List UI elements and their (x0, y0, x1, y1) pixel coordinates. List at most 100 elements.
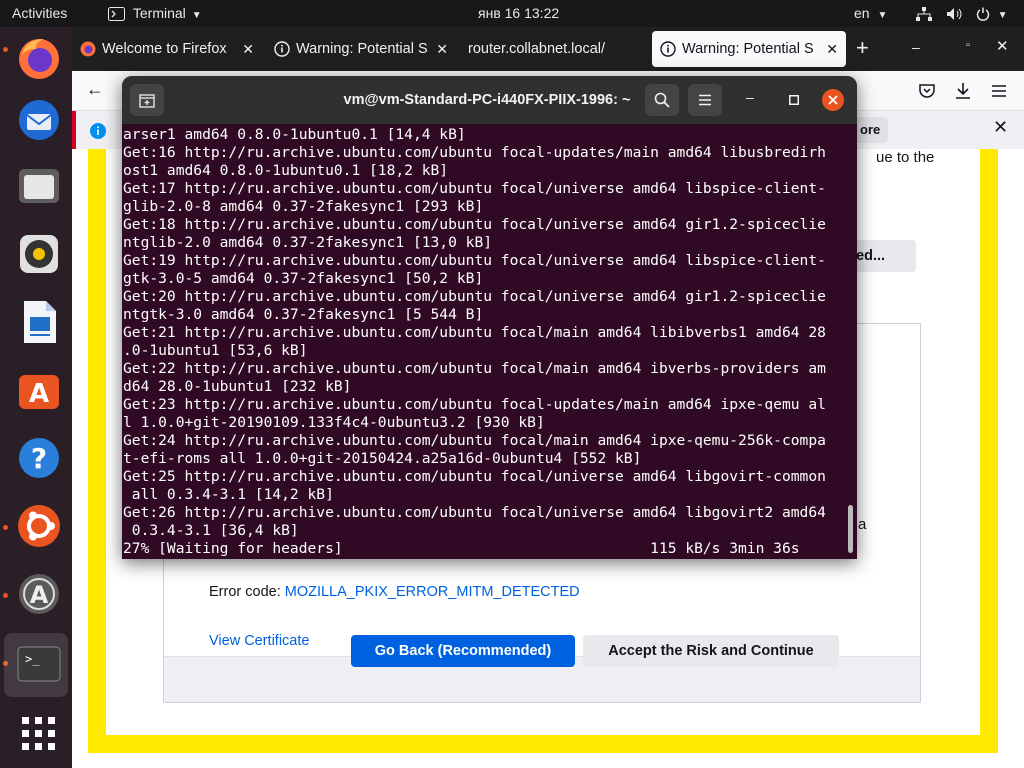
error-code-label: Error code: (209, 584, 285, 600)
terminal-line: Get:26 http://ru.archive.ubuntu.com/ubun… (123, 504, 826, 521)
partial-text: ue to the (876, 149, 935, 166)
restore-button[interactable]: ▫ (966, 39, 970, 51)
new-tab-button[interactable] (130, 84, 164, 116)
dock-software-updater[interactable]: A (4, 563, 68, 627)
dock-ubuntu-software[interactable]: A (4, 359, 68, 423)
back-arrow-icon[interactable]: ← (86, 79, 104, 100)
terminal-line: l 1.0.0+git-20190109.133f4c4-0ubuntu3.2 … (123, 414, 545, 431)
menu-icon[interactable] (991, 84, 1007, 98)
go-back-button[interactable]: Go Back (Recommended) (351, 635, 575, 667)
terminal-line: Get:23 http://ru.archive.ubuntu.com/ubun… (123, 396, 826, 413)
dock-terminal[interactable]: >_ (4, 633, 68, 697)
volume-icon (946, 8, 962, 21)
error-code-line: Error code: MOZILLA_PKIX_ERROR_MITM_DETE… (209, 584, 580, 600)
info-icon (90, 123, 106, 139)
svg-text:A: A (29, 379, 49, 409)
terminal-line: ost1 amd64 0.8.0-1ubuntu0.1 [18,2 kB] (123, 162, 449, 179)
network-icon (916, 7, 932, 22)
minimize-button[interactable]: – (746, 89, 754, 105)
chevron-down-icon: ▼ (877, 10, 888, 21)
close-icon[interactable]: ✕ (993, 117, 1008, 138)
tab-strip: Welcome to Firefox ✕ Warning: Potential … (72, 27, 1024, 71)
writer-icon (24, 301, 56, 343)
close-icon[interactable]: ✕ (826, 31, 838, 67)
terminal-line: .0-1ubuntu1 [53,6 kB] (123, 342, 308, 359)
activities-button[interactable]: Activities (12, 0, 67, 27)
dock-thunderbird[interactable] (4, 89, 68, 153)
terminal-line: ntgtk-3.0 amd64 0.37-2fakesync1 [5 544 B… (123, 306, 484, 323)
terminal-line: Get:18 http://ru.archive.ubuntu.com/ubun… (123, 216, 826, 233)
terminal-line: gtk-3.0-5 amd64 0.37-2fakesync1 [50,2 kB… (123, 270, 484, 287)
tab-welcome[interactable]: Welcome to Firefox ✕ (72, 31, 262, 67)
tab-warning-1[interactable]: Warning: Potential S ✕ (266, 31, 456, 67)
search-button[interactable] (645, 84, 679, 116)
dock-files[interactable] (4, 155, 68, 219)
terminal-line: Get:20 http://ru.archive.ubuntu.com/ubun… (123, 288, 826, 305)
new-tab-button[interactable]: + (856, 35, 869, 61)
terminal-line: Get:21 http://ru.archive.ubuntu.com/ubun… (123, 324, 826, 341)
software-icon: A (19, 375, 59, 409)
chevron-down-icon: ▼ (997, 10, 1008, 21)
terminal-line: Get:19 http://ru.archive.ubuntu.com/ubun… (123, 252, 826, 269)
view-certificate-link[interactable]: View Certificate (209, 633, 309, 649)
pocket-icon[interactable] (919, 83, 935, 99)
error-code-link[interactable]: MOZILLA_PKIX_ERROR_MITM_DETECTED (285, 584, 580, 600)
system-menu[interactable]: ▼ (916, 0, 1008, 27)
terminal-line: t-efi-roms all 1.0.0+git-20150424.a25a16… (123, 450, 642, 467)
close-window-button[interactable]: ✕ (996, 37, 1009, 55)
new-tab-icon (139, 94, 155, 108)
menu-icon (699, 94, 711, 106)
chevron-down-icon: ▼ (191, 10, 202, 21)
tab-label: Warning: Potential S (296, 41, 428, 57)
dock-help[interactable]: ? (4, 427, 68, 491)
terminal-line: arser1 amd64 0.8.0-1ubuntu0.1 [14,4 kB] (123, 126, 466, 143)
grid-icon (22, 717, 55, 750)
close-button[interactable] (822, 89, 844, 111)
close-icon[interactable]: ✕ (242, 31, 254, 67)
top-bar: Activities Terminal ▼ янв 16 13:22 en ▼ … (0, 0, 1024, 27)
tab-warning-active[interactable]: Warning: Potential S ✕ (652, 31, 846, 67)
language-indicator[interactable]: en ▼ (854, 0, 887, 27)
menu-button[interactable] (688, 84, 722, 116)
download-icon[interactable] (955, 82, 971, 100)
dock-firefox[interactable] (4, 27, 68, 91)
terminal-line: Get:16 http://ru.archive.ubuntu.com/ubun… (123, 144, 826, 161)
show-applications-button[interactable] (4, 703, 68, 767)
info-icon (274, 41, 290, 57)
app-menu[interactable]: Terminal ▼ (108, 0, 202, 27)
power-icon (976, 7, 990, 22)
close-icon[interactable]: ✕ (436, 31, 448, 67)
notice-action-button[interactable]: ore (852, 117, 889, 143)
terminal-line: Get:22 http://ru.archive.ubuntu.com/ubun… (123, 360, 826, 377)
ubuntu-icon (18, 505, 60, 547)
dock-libreoffice-writer[interactable] (4, 291, 68, 355)
terminal-line: all 0.3.4-3.1 [14,2 kB] (123, 486, 334, 503)
updater-icon: A (19, 574, 59, 614)
thunderbird-icon (19, 100, 59, 140)
help-icon: ? (19, 438, 59, 478)
terminal-output[interactable]: arser1 amd64 0.8.0-1ubuntu0.1 [14,4 kB] G… (122, 124, 850, 559)
tab-label: Welcome to Firefox (102, 41, 227, 57)
minimize-button[interactable]: – (912, 39, 920, 55)
terminal-title: vm@vm-Standard-PC-i440FX-PIIX-1996: ~ (343, 92, 631, 108)
clock[interactable]: янв 16 13:22 (478, 0, 559, 27)
partial-text-a: a (858, 516, 867, 533)
terminal-line: Get:17 http://ru.archive.ubuntu.com/ubun… (123, 180, 826, 197)
search-icon (654, 92, 670, 108)
dock-rhythmbox[interactable] (4, 223, 68, 287)
tab-label: router.collabnet.local/ (468, 41, 606, 57)
svg-text:A: A (30, 581, 49, 609)
terminal-line: Get:24 http://ru.archive.ubuntu.com/ubun… (123, 432, 826, 449)
terminal-line: glib-2.0-8 amd64 0.37-2fakesync1 [293 kB… (123, 198, 484, 215)
tab-router[interactable]: router.collabnet.local/ (460, 31, 650, 67)
app-name: Terminal (132, 5, 186, 21)
terminal-icon: >_ (17, 646, 61, 682)
language-label: en (854, 5, 870, 21)
terminal-scrollbar[interactable] (848, 505, 853, 553)
terminal-line: ntglib-2.0 amd64 0.37-2fakesync1 [13,0 k… (123, 234, 493, 251)
dock-ubuntu[interactable] (4, 495, 68, 559)
accept-risk-button[interactable]: Accept the Risk and Continue (583, 635, 839, 667)
maximize-button[interactable] (789, 95, 799, 105)
tab-label: Warning: Potential S (682, 41, 814, 57)
terminal-line: d64 28.0-1ubuntu1 [232 kB] (123, 378, 352, 395)
